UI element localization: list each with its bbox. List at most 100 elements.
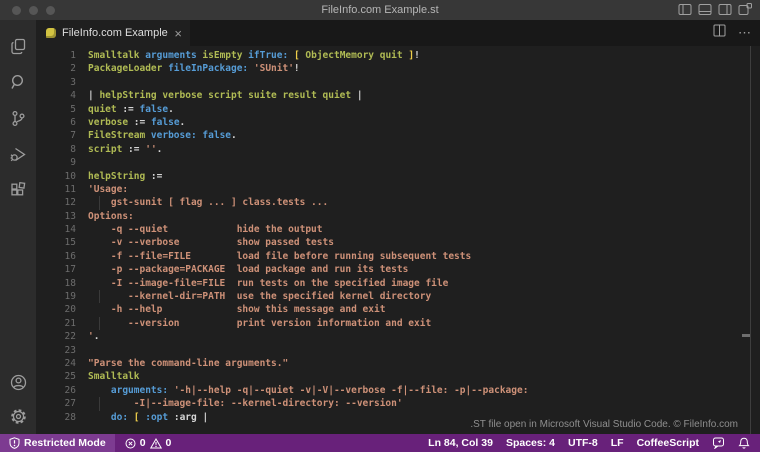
code-line[interactable]: 5 quiet := false. xyxy=(36,103,760,116)
line-text xyxy=(76,76,88,89)
error-count: 0 xyxy=(139,437,146,449)
line-text: Smalltalk xyxy=(88,371,140,383)
code-line[interactable]: 21 --version print version information a… xyxy=(36,316,760,331)
line-text: --version print version information and … xyxy=(88,316,432,331)
error-icon xyxy=(125,438,136,448)
code-line[interactable]: 6 verbose := false. xyxy=(36,116,760,129)
problems-status[interactable]: 0 0 xyxy=(125,437,172,449)
extensions-icon[interactable] xyxy=(6,178,30,202)
code-line[interactable]: 18 -I --image-file=FILE run tests on the… xyxy=(36,277,760,290)
code-line[interactable]: 7 FileStream verbose: false. xyxy=(36,129,760,142)
encoding-status[interactable]: UTF-8 xyxy=(568,437,598,449)
line-text: -I|--image-file: --kernel-directory: --v… xyxy=(88,397,403,411)
line-text xyxy=(76,156,88,169)
code-line[interactable]: 16 -f --file=FILE load file before runni… xyxy=(36,250,760,263)
more-actions-icon[interactable]: ⋯ xyxy=(738,25,752,41)
code-line[interactable]: 12 gst-sunit [ flag ... ] class.tests ..… xyxy=(36,196,760,210)
eol-status[interactable]: LF xyxy=(611,437,624,449)
line-text: do: [ :opt :arg | xyxy=(110,411,209,423)
code-line[interactable]: 2 PackageLoader fileInPackage: 'SUnit'! xyxy=(36,62,760,75)
line-number: 25 xyxy=(64,371,76,383)
line-number: 16 xyxy=(64,250,76,262)
code-line[interactable]: 19 --kernel-dir=PATH use the specified k… xyxy=(36,290,760,304)
line-number: 26 xyxy=(64,384,76,396)
line-text: Smalltalk arguments isEmpty ifTrue: [ Ob… xyxy=(88,50,420,61)
line-number: 11 xyxy=(64,183,76,195)
line-number: 2 xyxy=(70,63,76,75)
code-line[interactable]: 24 "Parse the command-line arguments." xyxy=(36,357,760,370)
code-editor[interactable]: 1 Smalltalk arguments isEmpty ifTrue: [ O… xyxy=(36,46,760,434)
line-number: 4 xyxy=(70,90,76,102)
line-number: 21 xyxy=(64,317,76,329)
code-line[interactable]: 27 -I|--image-file: --kernel-directory: … xyxy=(36,397,760,411)
code-line[interactable]: 17 -p --package=PACKAGE load package and… xyxy=(36,263,760,276)
code-line[interactable]: 4 | helpString verbose script suite resul… xyxy=(36,89,760,102)
account-icon[interactable] xyxy=(6,370,30,394)
line-number: 18 xyxy=(64,277,76,289)
split-editor-icon[interactable] xyxy=(713,24,726,42)
line-text: -f --file=FILE load file before running … xyxy=(88,250,472,262)
watermark-note: .ST file open in Microsoft Visual Studio… xyxy=(470,419,738,430)
toggle-primary-sidebar-icon[interactable] xyxy=(678,3,692,16)
code-line[interactable]: 25 Smalltalk xyxy=(36,370,760,383)
zoom-window-button[interactable] xyxy=(46,5,55,15)
code-line[interactable]: 15 -v --verbose show passed tests xyxy=(36,236,760,249)
line-text: 'Usage: xyxy=(88,183,129,195)
explorer-icon[interactable] xyxy=(6,34,30,58)
close-window-button[interactable] xyxy=(12,5,21,15)
line-text: arguments: '-h|--help -q|--quiet -v|-V|-… xyxy=(110,384,529,396)
shield-icon xyxy=(9,437,20,449)
customize-layout-icon[interactable] xyxy=(738,3,752,16)
code-line[interactable]: 8 script := ''. xyxy=(36,143,760,156)
code-line[interactable]: 11 'Usage: xyxy=(36,183,760,196)
line-number: 6 xyxy=(70,116,76,128)
cursor-position-status[interactable]: Ln 84, Col 39 xyxy=(428,437,493,449)
source-control-icon[interactable] xyxy=(6,106,30,130)
line-text: FileStream verbose: false. xyxy=(88,130,237,142)
code-line[interactable]: 22 '. xyxy=(36,330,760,343)
warning-icon xyxy=(149,437,162,448)
line-text: Options: xyxy=(88,210,134,222)
code-line[interactable]: 13 Options: xyxy=(36,210,760,223)
code-line[interactable]: 10 helpString := xyxy=(36,170,760,183)
code-line[interactable]: 3 xyxy=(36,76,760,89)
code-lines: 1 Smalltalk arguments isEmpty ifTrue: [ O… xyxy=(36,49,760,424)
line-number: 14 xyxy=(64,224,76,236)
tab-close-icon[interactable]: × xyxy=(174,27,182,40)
code-line[interactable]: 14 -q --quiet hide the output xyxy=(36,223,760,236)
tab-fileinfo-example[interactable]: FileInfo.com Example.st × xyxy=(36,20,190,46)
code-line[interactable]: 23 xyxy=(36,344,760,357)
settings-gear-icon[interactable] xyxy=(6,404,30,428)
notifications-bell-icon[interactable] xyxy=(738,437,750,450)
line-number: 23 xyxy=(64,344,76,356)
line-text xyxy=(76,344,88,357)
language-mode-status[interactable]: CoffeeScript xyxy=(637,437,699,449)
line-text: -h --help show this message and exit xyxy=(88,304,386,316)
line-number: 7 xyxy=(70,130,76,142)
code-line[interactable]: 26 arguments: '-h|--help -q|--quiet -v|-… xyxy=(36,384,760,397)
code-line[interactable]: 20 -h --help show this message and exit xyxy=(36,303,760,316)
line-text: quiet := false. xyxy=(88,103,174,115)
activity-bar xyxy=(0,20,36,434)
indent-guide xyxy=(98,196,100,210)
line-text: -q --quiet hide the output xyxy=(88,224,323,236)
toggle-secondary-sidebar-icon[interactable] xyxy=(718,3,732,16)
indent-guide xyxy=(98,397,100,411)
restricted-mode-badge[interactable]: Restricted Mode xyxy=(0,434,115,452)
code-line[interactable]: 1 Smalltalk arguments isEmpty ifTrue: [ O… xyxy=(36,49,760,62)
scrollbar[interactable] xyxy=(742,46,751,434)
titlebar: FileInfo.com Example.st xyxy=(0,0,760,20)
warning-count: 0 xyxy=(165,437,172,449)
toggle-panel-icon[interactable] xyxy=(698,3,712,16)
tab-label: FileInfo.com Example.st xyxy=(62,27,169,39)
search-icon[interactable] xyxy=(6,70,30,94)
code-line[interactable]: 9 xyxy=(36,156,760,169)
line-text: -p --package=PACKAGE load package and ru… xyxy=(88,264,409,276)
minimize-window-button[interactable] xyxy=(29,5,38,15)
line-text: script := ''. xyxy=(88,143,163,155)
indentation-status[interactable]: Spaces: 4 xyxy=(506,437,555,449)
line-text: -v --verbose show passed tests xyxy=(88,237,334,249)
feedback-icon[interactable] xyxy=(712,437,725,449)
line-number: 24 xyxy=(64,357,76,369)
run-and-debug-icon[interactable] xyxy=(6,142,30,166)
